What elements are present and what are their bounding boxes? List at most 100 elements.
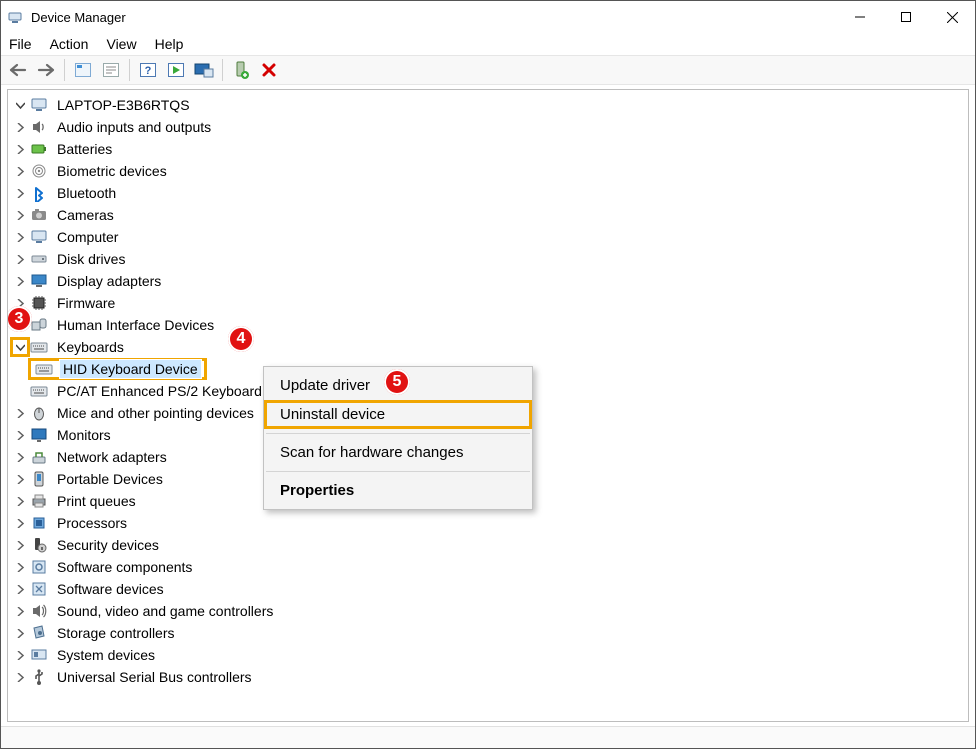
toolbar-show-hidden-button[interactable] — [70, 57, 96, 83]
tree-twisty[interactable] — [12, 669, 28, 685]
menu-action[interactable]: Action — [50, 36, 89, 52]
tree-item-display[interactable]: Display adapters — [12, 270, 968, 292]
tree-twisty[interactable] — [12, 141, 28, 157]
tree-twisty[interactable] — [12, 559, 28, 575]
battery-icon — [30, 140, 48, 158]
menu-view[interactable]: View — [106, 36, 136, 52]
tree-twisty[interactable] — [12, 229, 28, 245]
tree-root-node[interactable]: LAPTOP-E3B6RTQS — [12, 94, 968, 116]
minimize-button[interactable] — [837, 1, 883, 33]
tree-item-biometric[interactable]: Biometric devices — [12, 160, 968, 182]
tree-item-swdev[interactable]: Software devices — [12, 578, 968, 600]
tree-twisty[interactable] — [12, 449, 28, 465]
tree-item-security[interactable]: Security devices — [12, 534, 968, 556]
monitor-icon — [30, 426, 48, 444]
printer-icon — [30, 492, 48, 510]
menu-file[interactable]: File — [9, 36, 32, 52]
tree-item-computer[interactable]: Computer — [12, 226, 968, 248]
tree-twisty[interactable] — [12, 427, 28, 443]
app-icon — [7, 9, 23, 25]
chip-icon — [30, 294, 48, 312]
tree-item-storage[interactable]: Storage controllers — [12, 622, 968, 644]
tree-twisty[interactable] — [12, 493, 28, 509]
annotation-badge-3: 3 — [7, 306, 32, 332]
toolbar-help-button[interactable]: ? — [135, 57, 161, 83]
tree-twisty[interactable] — [12, 581, 28, 597]
tree-item-label: Disk drives — [54, 250, 128, 268]
tree-twisty[interactable] — [12, 273, 28, 289]
display-icon — [30, 272, 48, 290]
network-icon — [30, 448, 48, 466]
keyboard-icon — [30, 382, 48, 400]
hid-icon — [30, 316, 48, 334]
keyboard-icon — [35, 360, 53, 378]
device-manager-window: Device Manager File Action View Help ? 3… — [0, 0, 976, 749]
tree-item-label: Batteries — [54, 140, 115, 158]
tree-item-firmware[interactable]: Firmware — [12, 292, 968, 314]
toolbar-console-button[interactable] — [191, 57, 217, 83]
tree-twisty[interactable] — [12, 185, 28, 201]
tree-item-audio[interactable]: Audio inputs and outputs — [12, 116, 968, 138]
tree-root-label: LAPTOP-E3B6RTQS — [54, 96, 193, 114]
device-tree-panel[interactable]: 3 4 5 LAPTOP-E3B6RTQS Audio inputs and ou… — [7, 89, 969, 722]
tree-item-label: Processors — [54, 514, 130, 532]
tree-item-label: Storage controllers — [54, 624, 178, 642]
toolbar: ? — [1, 55, 975, 85]
tree-spacer — [12, 361, 28, 377]
tree-twisty[interactable] — [12, 625, 28, 641]
tree-item-label: Computer — [54, 228, 121, 246]
close-button[interactable] — [929, 1, 975, 33]
tree-twisty[interactable] — [12, 471, 28, 487]
tree-item-label: Monitors — [54, 426, 114, 444]
maximize-button[interactable] — [883, 1, 929, 33]
tree-item-label: Sound, video and game controllers — [54, 602, 276, 620]
tree-twisty[interactable] — [12, 647, 28, 663]
tree-item-keyboards[interactable]: Keyboards — [12, 336, 968, 358]
tree-twisty[interactable] — [12, 405, 28, 421]
tree-item-bluetooth[interactable]: Bluetooth — [12, 182, 968, 204]
tree-item-sound[interactable]: Sound, video and game controllers — [12, 600, 968, 622]
toolbar-update-button[interactable] — [163, 57, 189, 83]
toolbar-properties-button[interactable] — [98, 57, 124, 83]
tree-item-label: System devices — [54, 646, 158, 664]
tree-item-processors[interactable]: Processors — [12, 512, 968, 534]
tree-item-label: Universal Serial Bus controllers — [54, 668, 255, 686]
tree-twisty[interactable] — [12, 97, 28, 113]
computer-icon — [30, 96, 48, 114]
tree-twisty[interactable] — [12, 603, 28, 619]
toolbar-back-button[interactable] — [5, 57, 31, 83]
tree-item-cameras[interactable]: Cameras — [12, 204, 968, 226]
context-menu-separator — [266, 433, 530, 434]
tree-item-label: Security devices — [54, 536, 162, 554]
tree-item-disk[interactable]: Disk drives — [12, 248, 968, 270]
tree-item-system[interactable]: System devices — [12, 644, 968, 666]
tree-item-label: Software devices — [54, 580, 167, 598]
tree-twisty[interactable] — [12, 537, 28, 553]
keyboard-icon — [30, 338, 48, 356]
tree-twisty[interactable] — [12, 163, 28, 179]
annotation-badge-4: 4 — [228, 326, 254, 352]
toolbar-uninstall-button[interactable] — [256, 57, 282, 83]
toolbar-separator — [64, 59, 65, 81]
tree-item-label: Portable Devices — [54, 470, 166, 488]
menubar: File Action View Help — [1, 33, 975, 55]
tree-twisty[interactable] — [12, 207, 28, 223]
tree-item-batteries[interactable]: Batteries — [12, 138, 968, 160]
tree-twisty[interactable] — [12, 251, 28, 267]
toolbar-separator — [129, 59, 130, 81]
annotation-badge-5: 5 — [384, 369, 410, 395]
tree-item-usb[interactable]: Universal Serial Bus controllers — [12, 666, 968, 688]
toolbar-add-hardware-button[interactable] — [228, 57, 254, 83]
context-menu-scan[interactable]: Scan for hardware changes — [264, 438, 532, 467]
camera-icon — [30, 206, 48, 224]
tree-twisty[interactable] — [12, 119, 28, 135]
tree-item-swcomp[interactable]: Software components — [12, 556, 968, 578]
tree-item-hid[interactable]: Human Interface Devices — [12, 314, 968, 336]
toolbar-forward-button[interactable] — [33, 57, 59, 83]
context-menu-props[interactable]: Properties — [264, 476, 532, 505]
context-menu-separator — [266, 471, 530, 472]
tree-twisty[interactable] — [12, 339, 28, 355]
tree-twisty[interactable] — [12, 515, 28, 531]
context-menu-uninstall[interactable]: Uninstall device — [264, 400, 532, 429]
menu-help[interactable]: Help — [155, 36, 184, 52]
